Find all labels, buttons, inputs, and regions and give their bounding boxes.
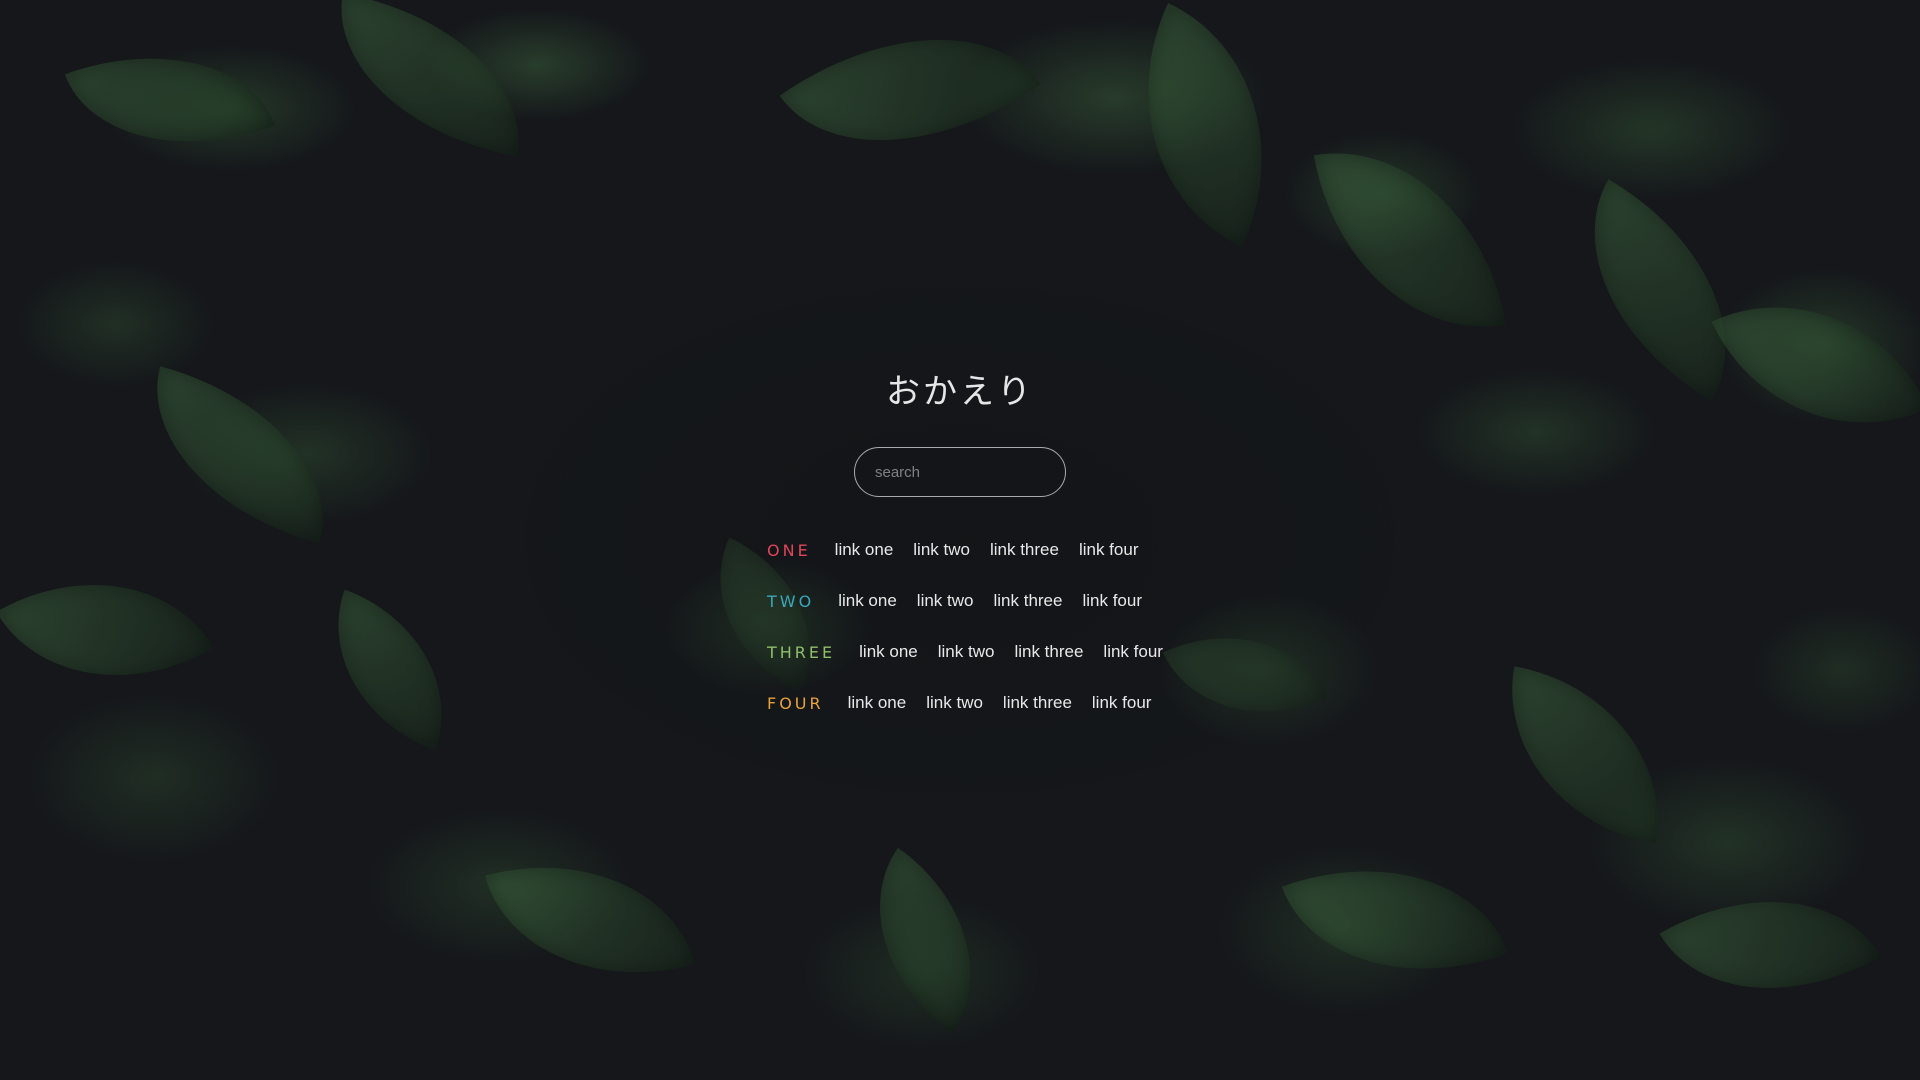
link-item[interactable]: link four [1092, 693, 1152, 713]
link-row-one: ONE link one link two link three link fo… [767, 538, 1183, 562]
link-item[interactable]: link three [990, 540, 1059, 560]
link-item[interactable]: link three [1003, 693, 1072, 713]
link-item[interactable]: link one [848, 693, 907, 713]
link-item[interactable]: link three [1014, 642, 1083, 662]
row-label: FOUR [767, 693, 824, 713]
link-item[interactable]: link one [838, 591, 897, 611]
row-label: THREE [767, 642, 836, 662]
row-label: ONE [767, 540, 811, 560]
link-row-four: FOUR link one link two link three link f… [767, 691, 1183, 715]
link-item[interactable]: link two [917, 591, 974, 611]
link-item[interactable]: link two [913, 540, 970, 560]
link-row-three: THREE link one link two link three link … [767, 640, 1183, 664]
start-page: おかえり ONE link one link two link three li… [0, 0, 1920, 1080]
row-label: TWO [767, 591, 815, 611]
link-item[interactable]: link two [926, 693, 983, 713]
link-item[interactable]: link three [993, 591, 1062, 611]
link-item[interactable]: link four [1082, 591, 1142, 611]
link-row-two: TWO link one link two link three link fo… [767, 589, 1183, 613]
page-title: おかえり [886, 372, 1034, 412]
link-item[interactable]: link one [859, 642, 918, 662]
search-input[interactable] [854, 447, 1066, 497]
link-item[interactable]: link one [835, 540, 894, 560]
link-item[interactable]: link four [1103, 642, 1163, 662]
link-groups: ONE link one link two link three link fo… [767, 538, 1183, 742]
link-item[interactable]: link four [1079, 540, 1139, 560]
link-item[interactable]: link two [938, 642, 995, 662]
